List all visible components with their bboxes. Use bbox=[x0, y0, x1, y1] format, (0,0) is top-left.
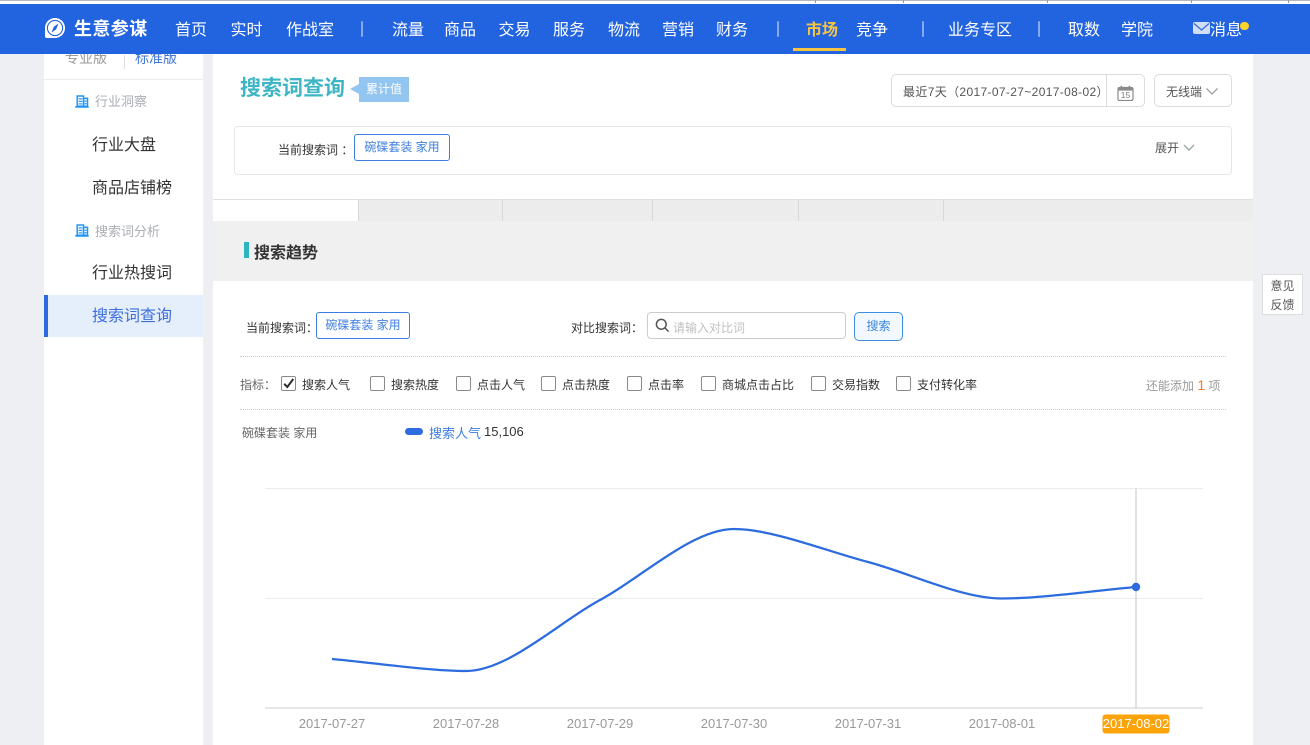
svg-text:2017-08-02: 2017-08-02 bbox=[1103, 716, 1170, 731]
svg-text:2017-07-29: 2017-07-29 bbox=[567, 716, 634, 731]
svg-text:2017-08-01: 2017-08-01 bbox=[969, 716, 1036, 731]
svg-text:2017-07-27: 2017-07-27 bbox=[299, 716, 366, 731]
svg-text:2017-07-31: 2017-07-31 bbox=[835, 716, 902, 731]
svg-text:15: 15 bbox=[1121, 90, 1131, 100]
svg-text:2017-07-28: 2017-07-28 bbox=[433, 716, 500, 731]
svg-text:2017-07-30: 2017-07-30 bbox=[701, 716, 768, 731]
